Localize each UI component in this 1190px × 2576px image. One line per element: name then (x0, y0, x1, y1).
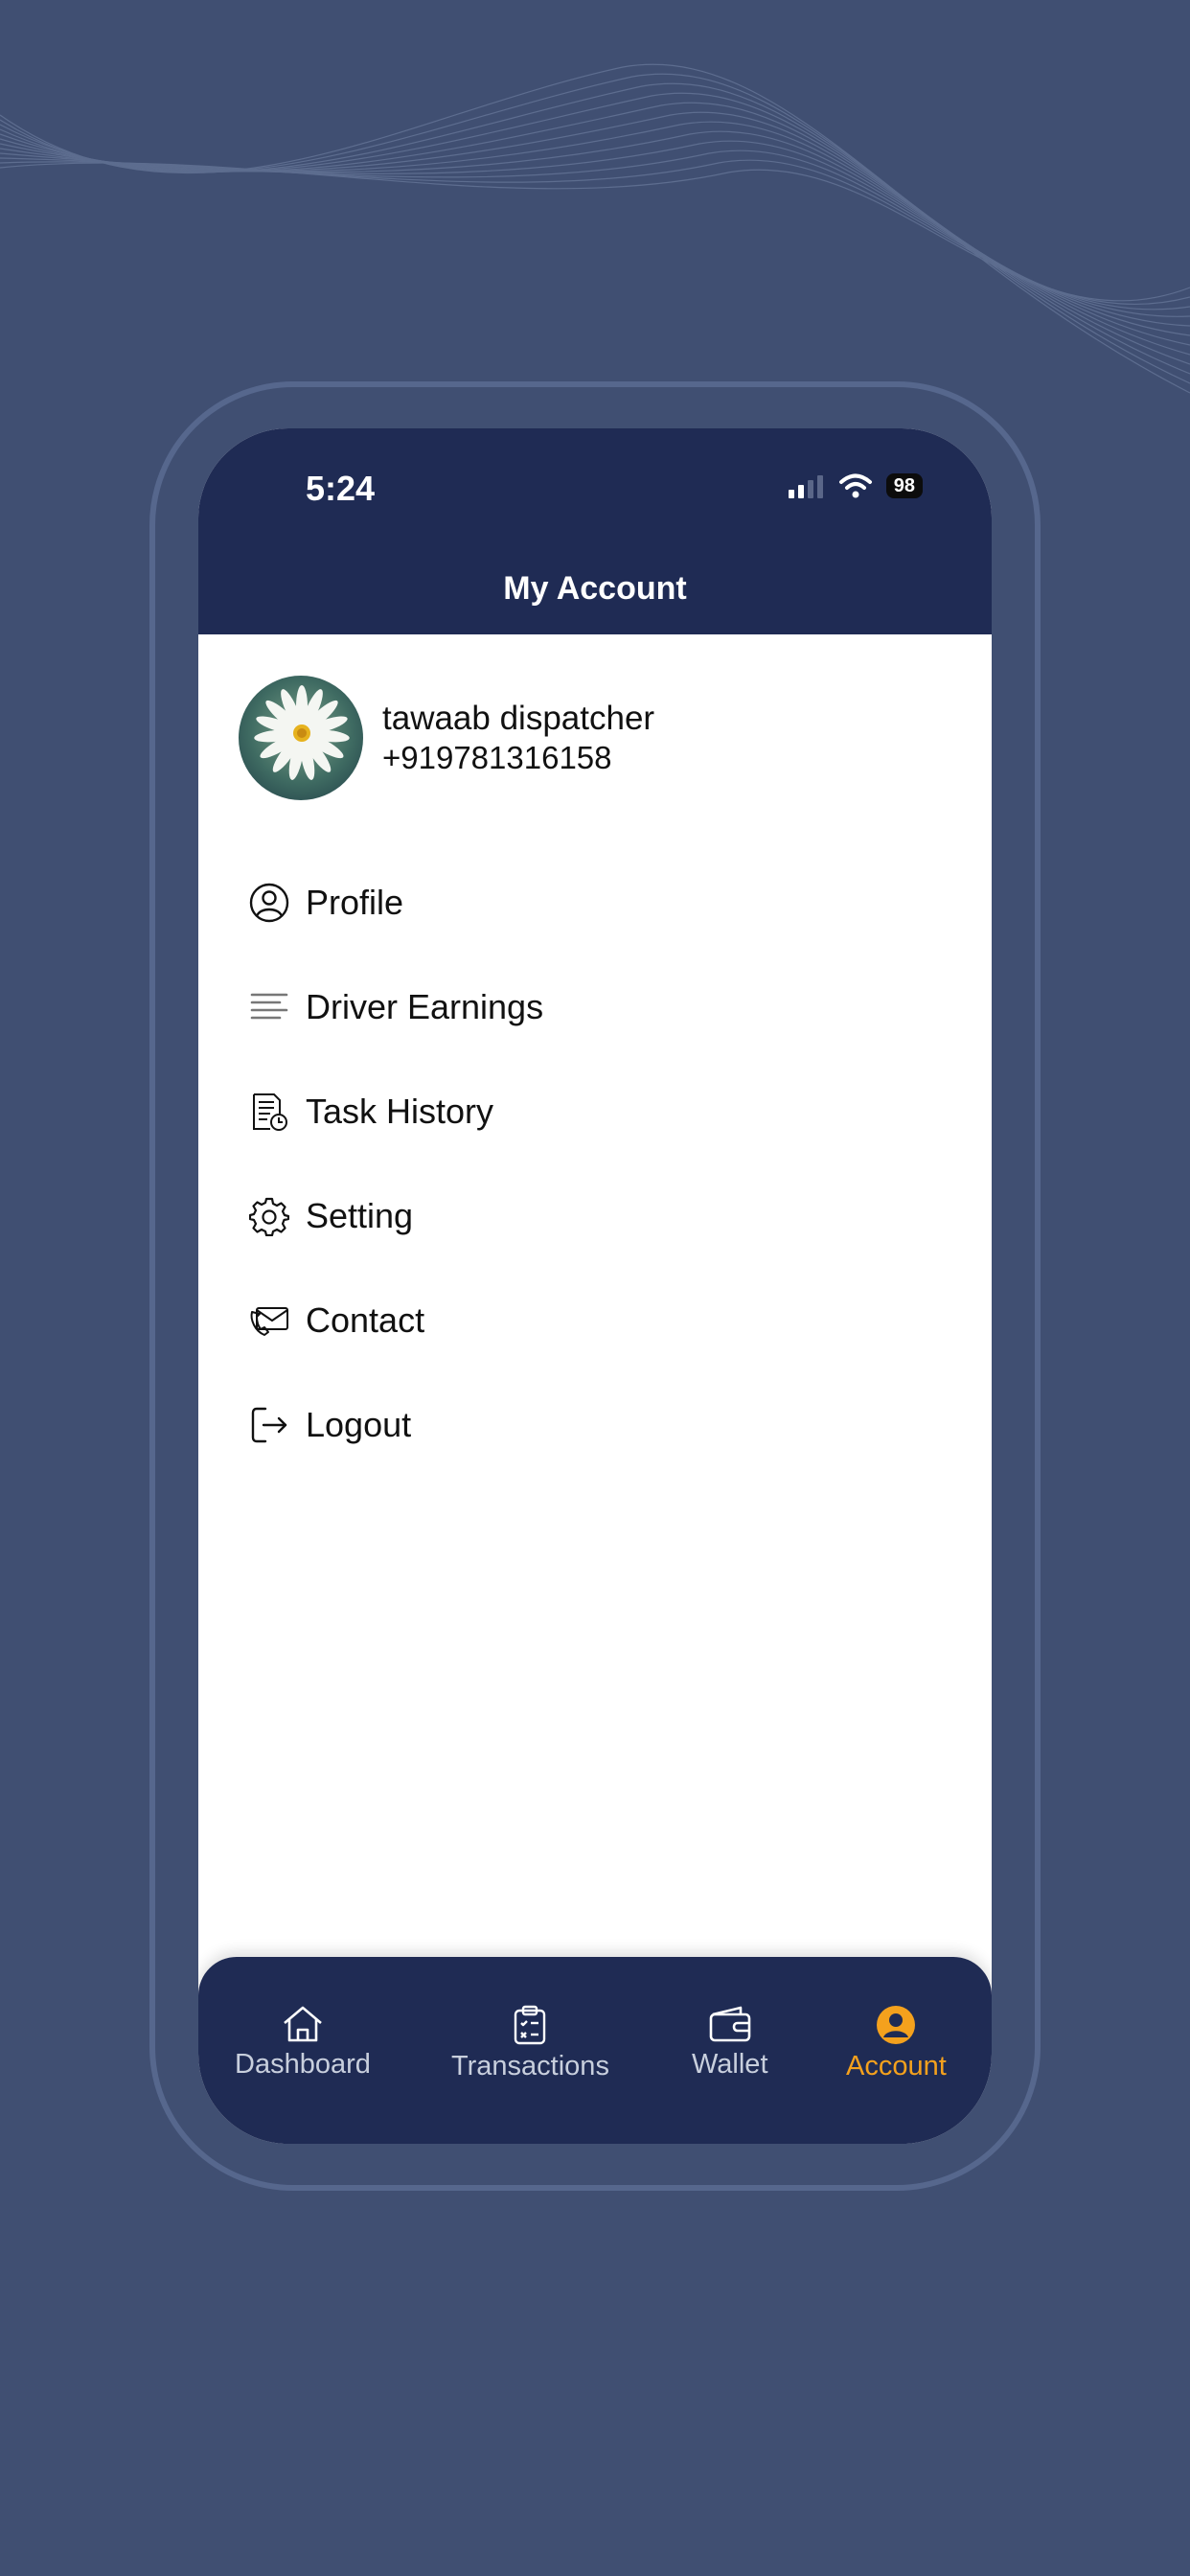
app-header: 5:24 98 My Account (198, 428, 992, 634)
user-name: tawaab dispatcher (382, 700, 655, 737)
menu-item-setting[interactable]: Setting (248, 1163, 938, 1268)
menu-item-contact[interactable]: Contact (248, 1268, 938, 1372)
lines-icon (248, 986, 290, 1028)
nav-label-dashboard: Dashboard (235, 2049, 371, 2080)
profile-summary[interactable]: tawaab dispatcher +919781316158 (239, 676, 654, 800)
home-icon (284, 2006, 322, 2042)
gear-icon (248, 1195, 290, 1237)
menu-item-profile[interactable]: Profile (248, 850, 938, 954)
nav-item-dashboard[interactable]: Dashboard (235, 2005, 371, 2081)
nav-item-wallet[interactable]: Wallet (692, 2005, 768, 2081)
menu-label-contact: Contact (306, 1300, 425, 1340)
background-waves (0, 63, 1190, 394)
user-phone: +919781316158 (382, 740, 612, 775)
nav-label-account: Account (846, 2051, 947, 2082)
account-icon (877, 2006, 916, 2044)
bottom-nav: Dashboard Transactions Wallet Account (198, 1957, 992, 2144)
wallet-icon (709, 2006, 751, 2042)
status-icons: 98 (787, 472, 923, 499)
page-title: My Account (503, 570, 687, 607)
menu-label-setting: Setting (306, 1195, 414, 1235)
clipboard-icon (515, 2005, 546, 2045)
signal-icon (788, 475, 823, 498)
envelope-phone-icon (248, 1300, 290, 1342)
menu-item-driver-earnings[interactable]: Driver Earnings (248, 954, 938, 1059)
profile-text: tawaab dispatcher +919781316158 (382, 699, 654, 777)
account-menu: Profile Driver Earnings Task History Set… (248, 850, 938, 1477)
logout-icon (248, 1404, 290, 1446)
menu-label-profile: Profile (306, 882, 404, 922)
status-time: 5:24 (306, 469, 376, 508)
wifi-icon (838, 473, 872, 498)
app-screen: 5:24 98 My Account tawaab dispatcher +91… (198, 428, 992, 2144)
daisy-flower-image (254, 685, 350, 780)
nav-item-account[interactable]: Account (846, 2005, 947, 2082)
menu-item-task-history[interactable]: Task History (248, 1059, 938, 1163)
avatar[interactable] (239, 676, 363, 800)
user-circle-icon (248, 882, 290, 924)
battery-indicator: 98 (885, 473, 923, 498)
menu-label-task-history: Task History (306, 1091, 494, 1131)
nav-label-wallet: Wallet (692, 2049, 768, 2080)
nav-label-transactions: Transactions (451, 2051, 609, 2082)
menu-label-logout: Logout (306, 1404, 412, 1444)
menu-label-driver-earnings: Driver Earnings (306, 986, 544, 1026)
nav-item-transactions[interactable]: Transactions (451, 2005, 609, 2082)
document-clock-icon (248, 1091, 290, 1133)
menu-item-logout[interactable]: Logout (248, 1372, 938, 1477)
